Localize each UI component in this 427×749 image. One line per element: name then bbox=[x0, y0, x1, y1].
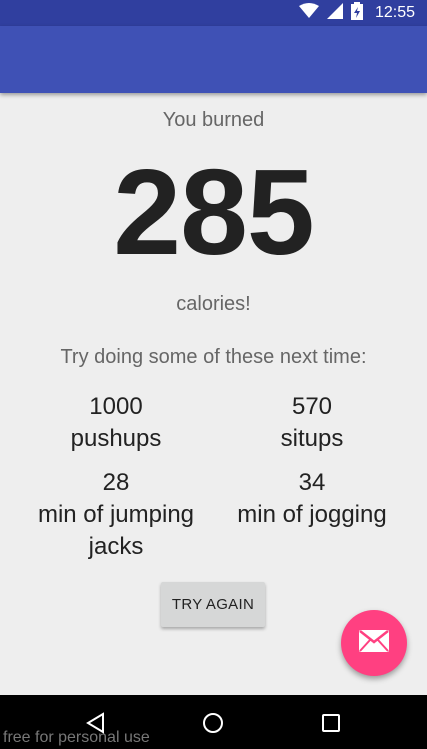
exercise-name: pushups bbox=[70, 425, 162, 452]
results-content: You burned 285 calories! Try doing some … bbox=[0, 93, 427, 695]
exercise-pushups: 1000 pushups bbox=[18, 391, 214, 455]
home-icon[interactable] bbox=[202, 712, 224, 734]
exercise-jumping-jacks: 28 min of jumping jacks bbox=[18, 467, 214, 563]
exercise-amount: 34 bbox=[298, 469, 326, 496]
calories-value: 285 bbox=[113, 144, 315, 280]
watermark-text: free for personal use bbox=[3, 729, 150, 746]
calories-suffix: calories! bbox=[176, 293, 251, 315]
exercise-jogging: 34 min of jogging bbox=[214, 467, 410, 563]
recents-icon[interactable] bbox=[320, 712, 342, 734]
exercise-amount: 28 bbox=[102, 469, 130, 496]
email-fab-button[interactable] bbox=[341, 610, 407, 676]
exercise-name: min of jumping jacks bbox=[37, 501, 195, 560]
signal-icon bbox=[326, 2, 343, 24]
burned-label: You burned bbox=[162, 109, 265, 131]
exercise-amount: 1000 bbox=[89, 393, 143, 420]
suggestion-text: Try doing some of these next time: bbox=[60, 346, 367, 368]
exercise-grid: 1000 pushups 570 situps 28 min of jumpin… bbox=[18, 391, 410, 563]
status-bar: 12:55 bbox=[0, 0, 427, 26]
battery-icon bbox=[350, 1, 363, 25]
exercise-name: situps bbox=[280, 425, 344, 452]
exercise-amount: 570 bbox=[291, 393, 333, 420]
exercise-name: min of jogging bbox=[237, 501, 387, 528]
try-again-button[interactable]: TRY AGAIN bbox=[161, 582, 265, 627]
app-bar bbox=[0, 26, 427, 93]
wifi-icon bbox=[298, 2, 319, 24]
status-time: 12:55 bbox=[374, 4, 415, 21]
exercise-situps: 570 situps bbox=[214, 391, 410, 455]
mail-icon bbox=[359, 629, 389, 657]
status-icons: 12:55 bbox=[298, 1, 415, 25]
